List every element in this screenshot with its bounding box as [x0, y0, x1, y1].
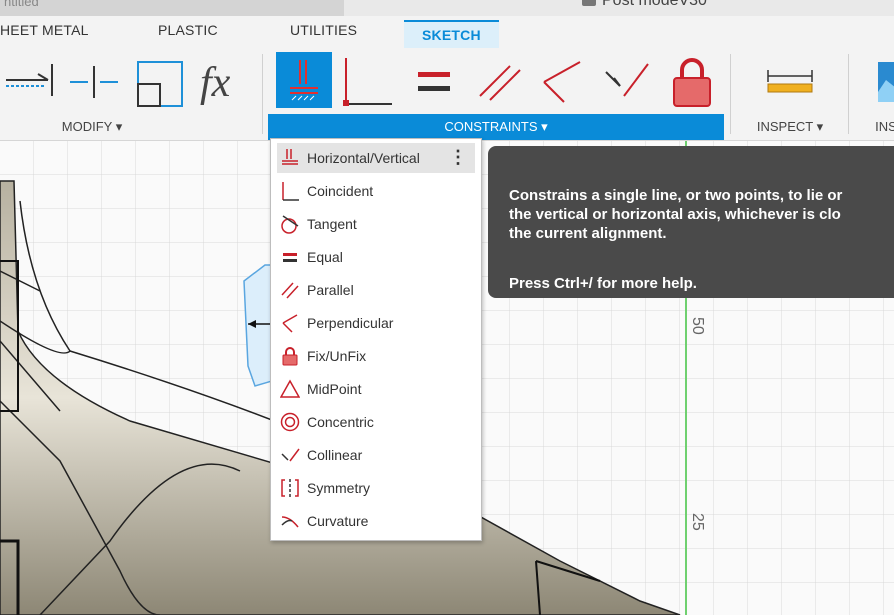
menu-item-concentric[interactable]: Concentric — [277, 407, 475, 437]
menu-item-collinear[interactable]: Collinear — [277, 440, 475, 470]
menu-item-symmetry[interactable]: Symmetry — [277, 473, 475, 503]
tab-sheet-metal[interactable]: HEET METAL — [0, 22, 89, 38]
perpendicular-button[interactable] — [534, 52, 590, 108]
insert-image-icon — [878, 62, 894, 102]
fix-unfix-button[interactable] — [664, 52, 720, 108]
more-options-icon[interactable]: ⋮ — [449, 147, 467, 167]
command-tooltip: Constrains a single line, or two points,… — [488, 146, 894, 298]
change-parameters-button[interactable]: fx — [196, 52, 252, 108]
midpoint-icon — [279, 378, 301, 400]
document-title: Post modeV30 — [582, 0, 707, 10]
tooltip-help-hint: Press Ctrl+/ for more help. — [509, 275, 697, 292]
equal-button[interactable] — [406, 52, 462, 108]
collinear-button[interactable] — [598, 52, 654, 108]
document-cube-icon — [582, 0, 596, 6]
menu-item-label: Symmetry — [307, 480, 370, 496]
trim-icon — [6, 64, 53, 96]
scale-icon — [137, 61, 183, 107]
constraints-group-label[interactable]: CONSTRAINTS ▾ — [268, 114, 724, 140]
parallel-icon — [479, 65, 521, 101]
document-title-text: Post modeV30 — [602, 0, 707, 9]
horizontal-vertical-icon — [279, 147, 301, 169]
ribbon-separator — [848, 54, 849, 134]
fix-unfix-icon — [279, 345, 301, 367]
symmetry-icon — [279, 477, 301, 499]
menu-item-label: Collinear — [307, 447, 363, 463]
tab-sketch[interactable]: SKETCH — [404, 20, 499, 48]
break-icon — [70, 66, 118, 98]
menu-item-coincident[interactable]: Coincident — [277, 176, 475, 206]
menu-item-midpoint[interactable]: MidPoint — [277, 374, 475, 404]
fix-unfix-icon — [673, 58, 711, 107]
curvature-icon — [279, 510, 301, 532]
menu-item-label: Parallel — [307, 282, 354, 298]
horizontal-vertical-icon — [290, 60, 318, 101]
measure-button[interactable] — [760, 52, 820, 108]
ribbon-toolbar: fx MODIFY ▾ CONSTRAINTS ▾ INSPECT ▾ INS — [0, 48, 894, 141]
measure-icon — [767, 70, 813, 93]
equal-icon — [279, 246, 301, 268]
coincident-icon — [279, 180, 301, 202]
menu-item-label: Perpendicular — [307, 315, 394, 331]
menu-item-label: Fix/UnFix — [307, 348, 367, 364]
insert-image-button[interactable] — [876, 52, 894, 108]
concentric-icon — [279, 411, 301, 433]
menu-item-tangent[interactable]: Tangent — [277, 209, 475, 239]
perpendicular-icon — [279, 312, 301, 334]
collinear-icon — [279, 444, 301, 466]
ribbon-tabs: HEET METAL PLASTIC UTILITIES SKETCH — [0, 16, 894, 48]
document-tab[interactable]: ntitled — [0, 0, 344, 16]
menu-item-label: Equal — [307, 249, 343, 265]
menu-item-fix-unfix[interactable]: Fix/UnFix — [277, 341, 475, 371]
equal-icon — [418, 72, 450, 91]
perpendicular-icon — [543, 61, 581, 103]
constraints-dropdown-menu: Horizontal/Vertical ⋮ Coincident Tangent… — [270, 138, 482, 541]
collinear-icon — [605, 63, 649, 97]
tab-utilities[interactable]: UTILITIES — [290, 22, 357, 38]
fx-icon: fx — [200, 60, 231, 106]
tooltip-description: Constrains a single line, or two points,… — [509, 187, 843, 242]
coincident-icon — [343, 58, 392, 106]
scale-button[interactable] — [132, 52, 184, 108]
ribbon-separator — [262, 54, 263, 134]
axis-label-25: 25 — [689, 513, 706, 531]
menu-item-equal[interactable]: Equal — [277, 242, 475, 272]
parallel-button[interactable] — [470, 52, 526, 108]
menu-item-label: Coincident — [307, 183, 374, 199]
title-bar: ntitled Post modeV30 — [0, 0, 894, 16]
modify-group-label[interactable]: MODIFY ▾ — [40, 114, 144, 140]
break-button[interactable] — [68, 52, 120, 108]
inspect-group-label[interactable]: INSPECT ▾ — [740, 114, 840, 140]
tab-plastic[interactable]: PLASTIC — [158, 22, 218, 38]
menu-item-label: Curvature — [307, 513, 369, 529]
menu-item-horizontal-vertical[interactable]: Horizontal/Vertical ⋮ — [277, 143, 475, 173]
menu-item-label: Horizontal/Vertical — [307, 150, 420, 166]
menu-item-parallel[interactable]: Parallel — [277, 275, 475, 305]
menu-item-label: Tangent — [307, 216, 357, 232]
menu-item-perpendicular[interactable]: Perpendicular — [277, 308, 475, 338]
menu-item-curvature[interactable]: Curvature — [277, 506, 475, 536]
horizontal-vertical-button[interactable] — [276, 52, 332, 108]
tangent-icon — [279, 213, 301, 235]
coincident-button[interactable] — [340, 52, 396, 108]
ribbon-separator — [730, 54, 731, 134]
parallel-icon — [279, 279, 301, 301]
menu-item-label: Concentric — [307, 414, 374, 430]
menu-item-label: MidPoint — [307, 381, 362, 397]
trim-button[interactable] — [4, 52, 54, 108]
svg-text:fx: fx — [200, 60, 231, 106]
insert-group-label[interactable]: INS — [866, 114, 894, 140]
axis-label-50: 50 — [689, 317, 706, 335]
